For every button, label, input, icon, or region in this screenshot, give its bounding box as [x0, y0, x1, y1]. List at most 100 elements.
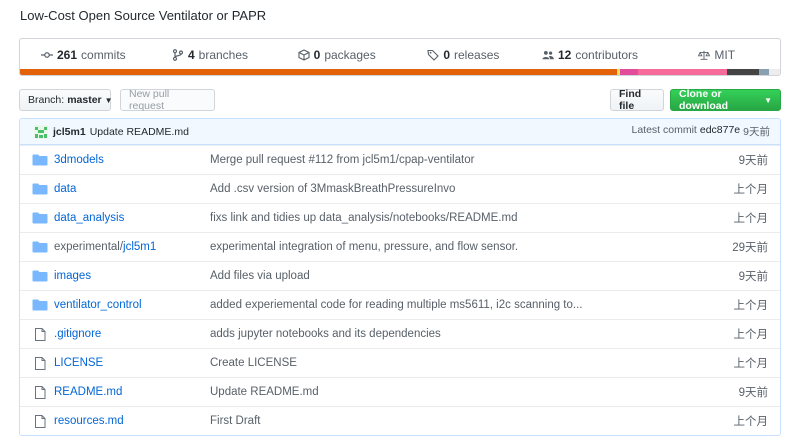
branch-prefix: Branch:	[28, 94, 65, 106]
language-segment	[726, 69, 759, 75]
file-name: images	[54, 270, 92, 282]
file-name-link[interactable]: data	[54, 183, 210, 195]
table-row: experimental/jcl5m1 experimental integra…	[20, 232, 780, 261]
commit-message-link[interactable]: First Draft	[210, 415, 688, 427]
repo-summary-bar: 261 commits 4 branches 0 packages 0 rele…	[19, 38, 781, 76]
clone-download-label: Clone or download	[679, 88, 728, 112]
file-name-link[interactable]: ventilator_control	[54, 299, 210, 311]
folder-icon	[32, 183, 48, 195]
branches-link[interactable]: 4 branches	[147, 48, 274, 62]
table-row: data_analysis fixs link and tidies up da…	[20, 203, 780, 232]
file-icon	[35, 414, 46, 428]
commit-age: 上个月	[733, 184, 769, 196]
new-pull-request-label: New pull request	[129, 88, 170, 112]
language-segment	[769, 69, 780, 75]
file-toolbar: Branch: master ▼ New pull request Find f…	[19, 88, 781, 112]
commit-message-link[interactable]: added experiemental code for reading mul…	[210, 299, 688, 311]
file-name-link[interactable]: 3dmodels	[54, 154, 210, 166]
latest-commit-bar: jcl5m1 Update README.md Latest commit ed…	[20, 119, 780, 145]
file-icon	[35, 385, 46, 399]
commit-message-link[interactable]: fixs link and tidies up data_analysis/no…	[210, 212, 688, 224]
latest-commit-age: 9天前	[743, 126, 770, 138]
commit-message-link[interactable]: Update README.md	[210, 386, 688, 398]
branch-name: master	[67, 94, 102, 106]
repo-description: Low-Cost Open Source Ventilator or PAPR	[20, 8, 267, 23]
commit-icon	[40, 49, 53, 61]
people-icon	[542, 49, 554, 61]
caret-down-icon: ▼	[764, 95, 772, 105]
folder-icon	[32, 212, 48, 224]
file-name: LICENSE	[54, 357, 104, 369]
folder-icon	[32, 299, 48, 311]
commit-author-link[interactable]: jcl5m1	[53, 126, 86, 138]
avatar[interactable]	[34, 124, 48, 139]
commit-message-link[interactable]: Update README.md	[90, 126, 189, 138]
tag-icon	[427, 49, 440, 61]
file-name-link[interactable]: .gitignore	[54, 328, 210, 340]
contributors-label: contributors	[575, 47, 639, 62]
commit-message-link[interactable]: Merge pull request #112 from jcl5m1/cpap…	[210, 154, 688, 166]
language-segment	[758, 69, 770, 75]
branch-icon	[172, 48, 184, 61]
file-name-link[interactable]: README.md	[54, 386, 210, 398]
law-icon	[698, 49, 711, 61]
file-icon	[35, 356, 46, 370]
folder-icon	[32, 241, 48, 253]
file-name: jcl5m1	[123, 241, 157, 253]
commit-message-link[interactable]: Add .csv version of 3MmaskBreathPressure…	[210, 183, 688, 195]
commit-age: 上个月	[733, 300, 769, 312]
file-listing: jcl5m1 Update README.md Latest commit ed…	[19, 118, 781, 436]
commit-message-link[interactable]: adds jupyter notebooks and its dependenc…	[210, 328, 688, 340]
file-name: 3dmodels	[54, 154, 104, 166]
commit-age: 上个月	[733, 213, 769, 225]
releases-link[interactable]: 0 releases	[400, 48, 527, 62]
find-file-label: Find file	[619, 88, 642, 112]
table-row: images Add files via upload 9天前	[20, 261, 780, 290]
file-name-link[interactable]: LICENSE	[54, 357, 210, 369]
commits-link[interactable]: 261 commits	[20, 48, 147, 62]
file-name-prefix: experimental/	[54, 241, 124, 253]
license-label: MIT	[714, 47, 736, 62]
commit-age: 上个月	[733, 358, 769, 370]
file-name-link[interactable]: data_analysis	[54, 212, 210, 224]
file-name-link[interactable]: images	[54, 270, 210, 282]
branches-count: 4	[187, 47, 195, 62]
packages-label: packages	[324, 47, 376, 62]
file-name-link[interactable]: experimental/jcl5m1	[54, 241, 210, 253]
packages-count: 0	[313, 47, 321, 62]
commit-message-link[interactable]: Add files via upload	[210, 270, 688, 282]
file-name: README.md	[54, 386, 123, 398]
file-name-link[interactable]: resources.md	[54, 415, 210, 427]
latest-commit-prefix: Latest commit	[631, 124, 697, 136]
file-name: data	[54, 183, 77, 195]
file-icon	[35, 327, 46, 341]
file-name: ventilator_control	[54, 299, 142, 311]
table-row: README.md Update README.md 9天前	[20, 377, 780, 406]
commit-age: 29天前	[732, 242, 768, 254]
commit-age: 9天前	[738, 387, 768, 399]
branch-select-button[interactable]: Branch: master ▼	[19, 89, 113, 111]
file-name: resources.md	[54, 415, 124, 427]
clone-download-button[interactable]: Clone or download ▼	[670, 88, 781, 112]
packages-link[interactable]: 0 packages	[273, 48, 400, 62]
table-row: LICENSE Create LICENSE 上个月	[20, 348, 780, 377]
contributors-link[interactable]: 12 contributors	[527, 48, 654, 62]
find-file-button[interactable]: Find file	[610, 88, 664, 112]
table-row: .gitignore adds jupyter notebooks and it…	[20, 319, 780, 348]
contributors-count: 12	[557, 47, 572, 62]
table-row: resources.md First Draft 上个月	[20, 406, 780, 435]
table-row: ventilator_control added experiemental c…	[20, 290, 780, 319]
new-pull-request-button[interactable]: New pull request	[120, 88, 215, 112]
file-name: .gitignore	[54, 328, 102, 340]
language-segment	[619, 69, 638, 75]
commit-message-link[interactable]: experimental integration of menu, pressu…	[210, 241, 688, 253]
language-bar[interactable]	[20, 69, 780, 75]
commits-label: commits	[81, 47, 126, 62]
commit-message-link[interactable]: Create LICENSE	[210, 357, 688, 369]
commit-sha-link[interactable]: edc877e	[700, 124, 740, 139]
license-link[interactable]: MIT	[653, 48, 780, 62]
table-row: 3dmodels Merge pull request #112 from jc…	[20, 145, 780, 174]
package-icon	[298, 48, 310, 61]
commit-age: 9天前	[738, 271, 768, 283]
commit-age: 上个月	[733, 329, 769, 341]
